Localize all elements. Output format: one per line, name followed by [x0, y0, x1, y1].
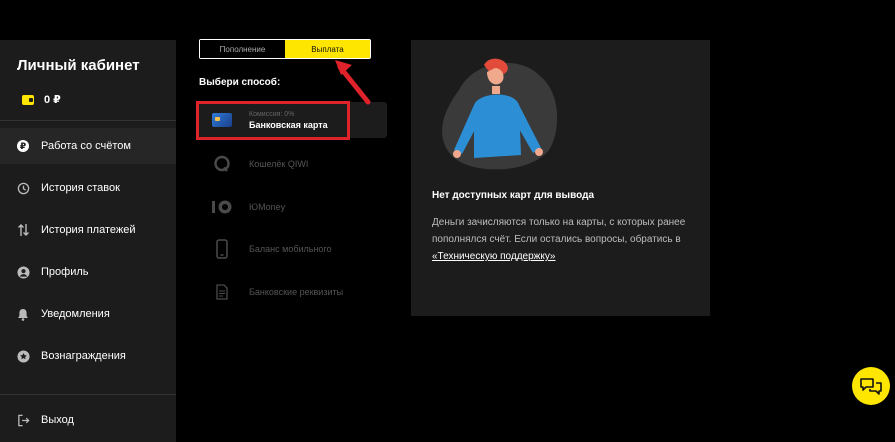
- document-icon: [211, 284, 233, 300]
- method-name: Кошелёк QIWI: [249, 159, 309, 169]
- logout-icon: [16, 413, 30, 427]
- sidebar-item-label: Работа со счётом: [41, 140, 131, 152]
- qiwi-icon: [211, 155, 233, 173]
- sidebar-item-label: Вознаграждения: [41, 350, 126, 362]
- panel-description: Деньги зачисляются только на карты, с ко…: [432, 214, 700, 265]
- balance-value: 0 ₽: [44, 94, 61, 106]
- method-name: Банковская карта: [249, 119, 328, 130]
- sidebar-item-label: Профиль: [41, 266, 89, 278]
- sidebar-item-rewards[interactable]: Вознаграждения: [0, 338, 176, 374]
- panel-title: Нет доступных карт для вывода: [432, 190, 595, 201]
- method-label: Комиссия: 0% Банковская карта: [249, 111, 328, 130]
- sidebar-item-label: История платежей: [41, 224, 136, 236]
- mobile-phone-icon: [211, 239, 233, 259]
- panel-description-text: Деньги зачисляются только на карты, с ко…: [432, 217, 686, 245]
- yumoney-icon: [211, 199, 233, 215]
- sidebar-item-account[interactable]: ₽ Работа со счётом: [0, 128, 176, 164]
- method-qiwi[interactable]: Кошелёк QIWI: [199, 146, 387, 182]
- method-bank-card[interactable]: Комиссия: 0% Банковская карта: [199, 102, 387, 138]
- method-name: Баланс мобильного: [249, 244, 332, 254]
- sidebar-item-payment-history[interactable]: История платежей: [0, 212, 176, 248]
- sidebar: Личный кабинет 0 ₽ ₽ Работа со счётом Ис…: [0, 40, 176, 442]
- chat-button[interactable]: [852, 367, 890, 405]
- logout-label: Выход: [41, 414, 74, 426]
- confused-person-illustration: [442, 58, 558, 170]
- support-link[interactable]: «Техническую поддержку»: [432, 251, 556, 262]
- chat-bubbles-icon: [860, 378, 882, 395]
- history-icon: [16, 181, 30, 195]
- transfer-arrows-icon: [16, 223, 30, 237]
- method-name: ЮMoney: [249, 202, 286, 212]
- sidebar-divider: [0, 120, 176, 121]
- tab-deposit[interactable]: Пополнение: [200, 40, 285, 58]
- payment-tabs: Пополнение Выплата: [199, 39, 371, 59]
- method-bank-details[interactable]: Банковские реквизиты: [199, 274, 387, 310]
- user-icon: [16, 265, 30, 279]
- sidebar-item-label: Уведомления: [41, 308, 110, 320]
- method-yumoney[interactable]: ЮMoney: [199, 189, 387, 225]
- sidebar-title: Личный кабинет: [17, 57, 140, 74]
- method-name: Банковские реквизиты: [249, 287, 344, 297]
- bell-icon: [16, 307, 30, 321]
- method-heading: Выбери способ:: [199, 77, 281, 88]
- annotation-arrow: [335, 60, 371, 105]
- commission-note: Комиссия: 0%: [249, 110, 295, 118]
- sidebar-item-label: История ставок: [41, 182, 120, 194]
- bank-card-icon: [212, 113, 232, 127]
- wallet-icon: [22, 94, 34, 105]
- sidebar-divider: [0, 394, 176, 395]
- star-badge-icon: [16, 349, 30, 363]
- ruble-circle-icon: ₽: [16, 139, 30, 153]
- sidebar-item-bet-history[interactable]: История ставок: [0, 170, 176, 206]
- withdraw-info-panel: Нет доступных карт для вывода Деньги зач…: [411, 40, 710, 316]
- sidebar-item-profile[interactable]: Профиль: [0, 254, 176, 290]
- tab-withdraw[interactable]: Выплата: [285, 40, 370, 58]
- sidebar-item-notifications[interactable]: Уведомления: [0, 296, 176, 332]
- balance: 0 ₽: [22, 93, 61, 106]
- method-mobile-balance[interactable]: Баланс мобильного: [199, 231, 387, 267]
- logout-button[interactable]: Выход: [0, 402, 176, 438]
